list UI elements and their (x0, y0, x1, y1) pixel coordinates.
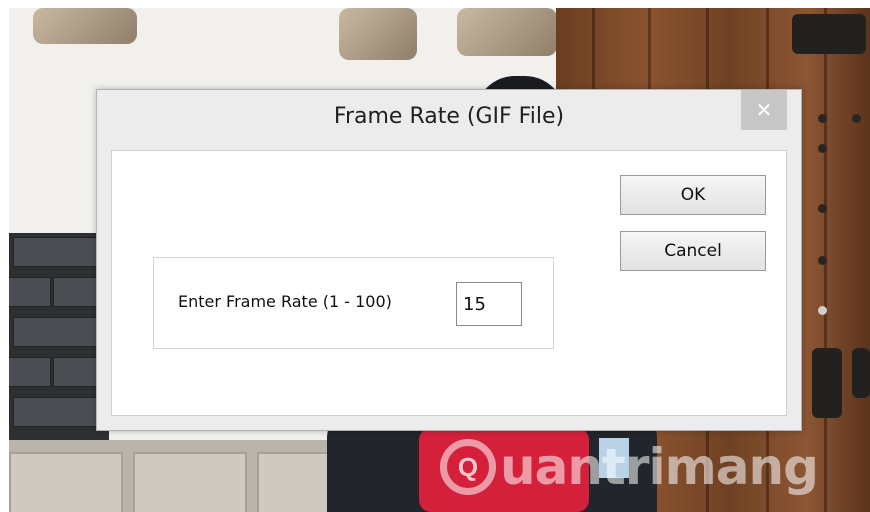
wall-stone (339, 8, 417, 60)
frame-rate-input[interactable] (456, 282, 522, 326)
door-hinge (792, 14, 866, 54)
door-latch (812, 348, 842, 418)
wall-stone (33, 8, 137, 44)
wall-stone (457, 8, 557, 56)
door-latch (852, 348, 870, 398)
dialog-titlebar[interactable]: Frame Rate (GIF File) ✕ (97, 90, 801, 148)
cancel-button[interactable]: Cancel (620, 231, 766, 271)
dialog-client-area: OK Cancel Enter Frame Rate (1 - 100) (111, 150, 787, 416)
close-icon: ✕ (755, 99, 773, 122)
frame-rate-group: Enter Frame Rate (1 - 100) (153, 257, 554, 349)
frame-rate-dialog: Frame Rate (GIF File) ✕ OK Cancel Enter … (96, 89, 802, 431)
person-red-garment (419, 428, 589, 512)
dialog-title: Frame Rate (GIF File) (333, 104, 565, 129)
ok-button[interactable]: OK (620, 175, 766, 215)
close-button[interactable]: ✕ (741, 90, 787, 130)
frame-rate-label: Enter Frame Rate (1 - 100) (178, 292, 392, 311)
brick-wall (9, 233, 111, 453)
